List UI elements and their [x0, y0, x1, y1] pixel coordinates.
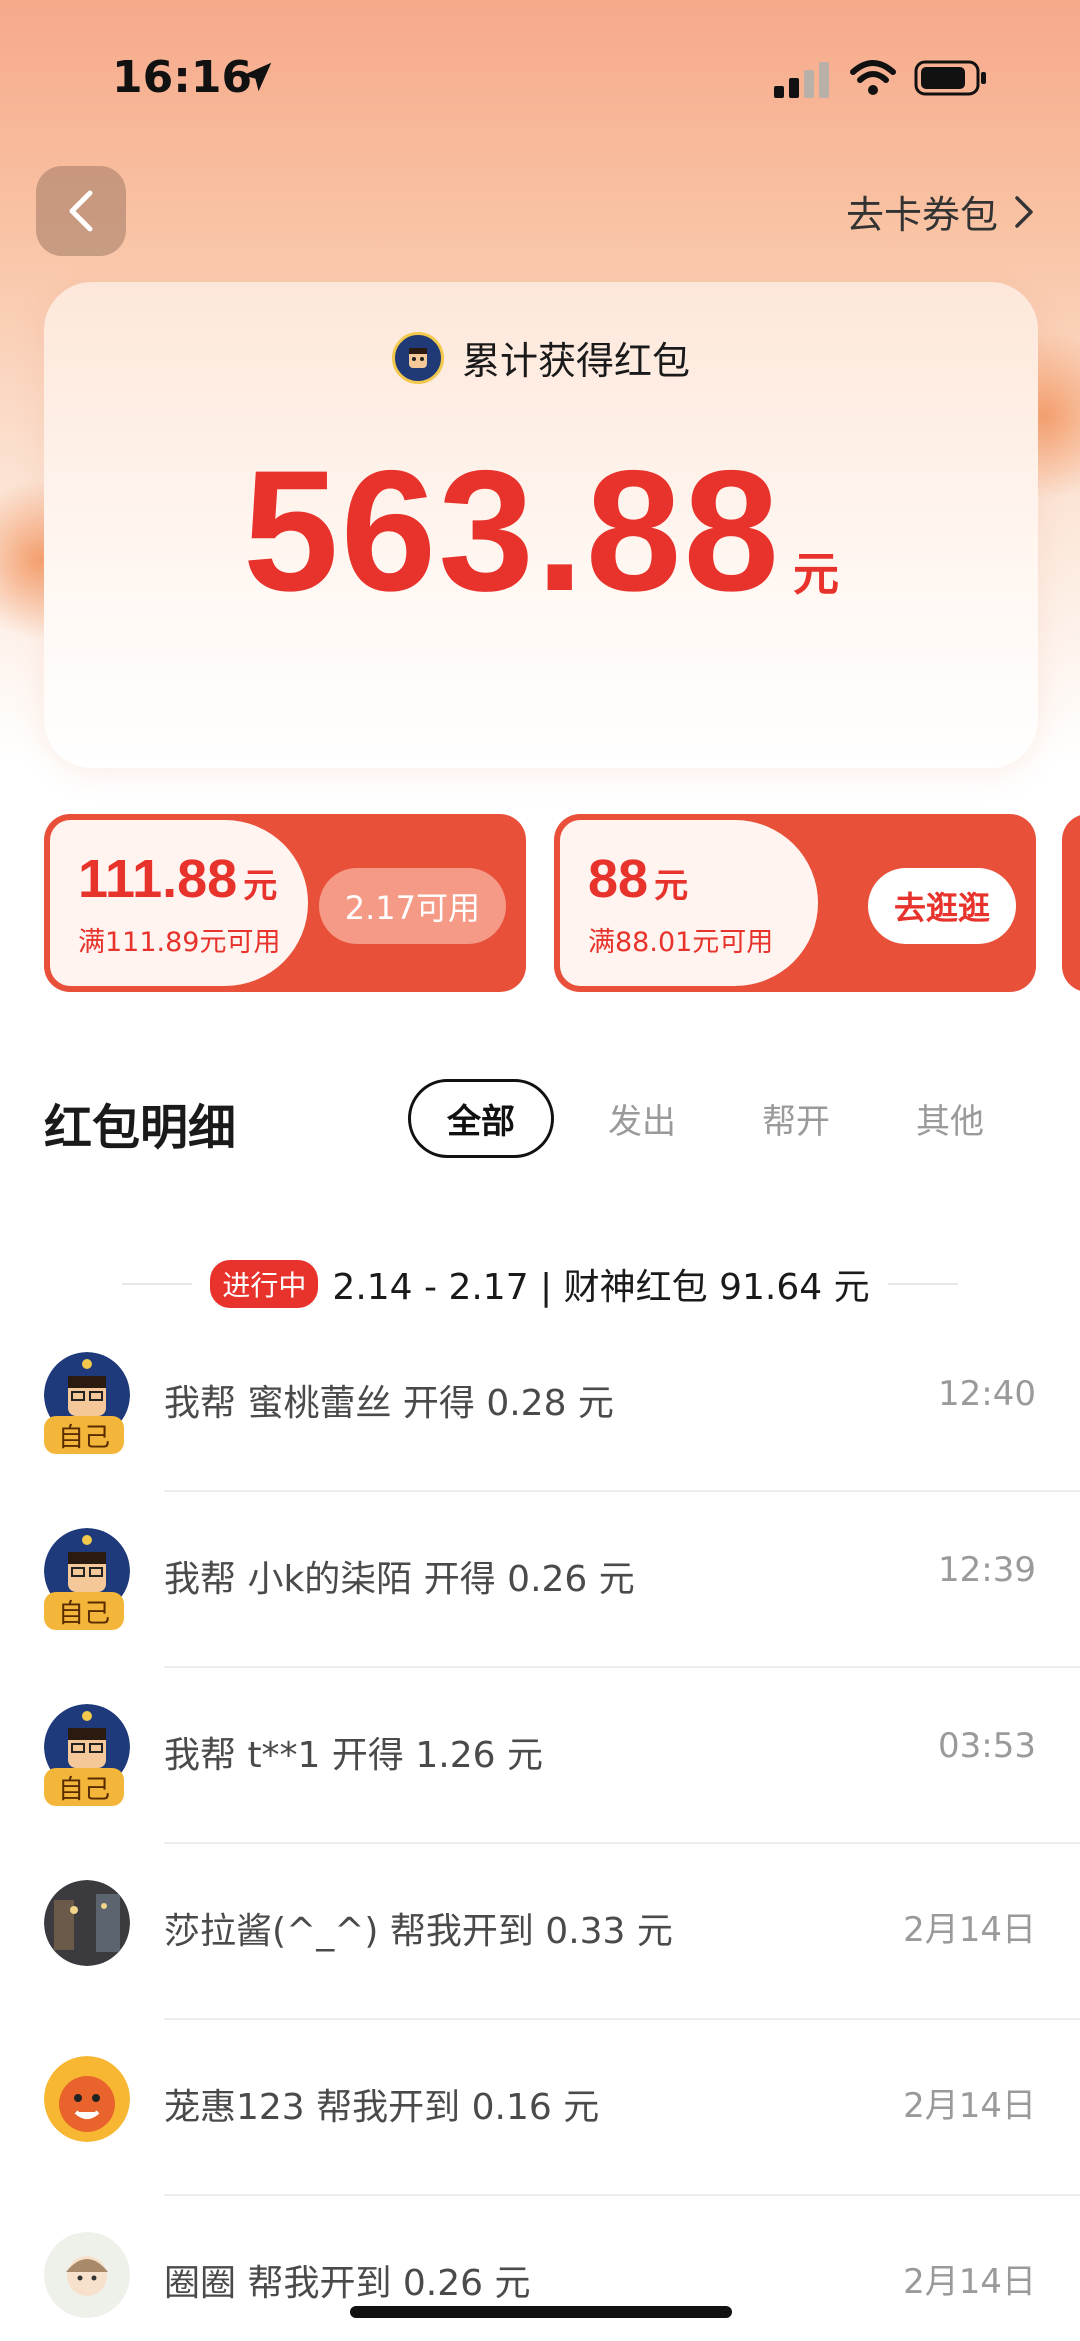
- coupon-row: 111.88 元 满111.89元可用 2.17可用 88 元 满88.01元可…: [44, 814, 1080, 992]
- card-title-row: 累计获得红包: [44, 330, 1038, 385]
- record-time: 2月14日: [903, 2262, 1036, 2302]
- total-amount: 563.88: [242, 435, 782, 627]
- coupon-amount: 111.88: [78, 849, 238, 909]
- avatar: [44, 2232, 130, 2318]
- period-summary: 2.14 - 2.17 | 财神红包 91.64 元: [332, 1267, 870, 1308]
- status-badge: 进行中: [210, 1260, 319, 1308]
- coupon-card[interactable]: 88 元 满88.01元可用 去逛逛: [554, 814, 1036, 992]
- record-text: 我帮 蜜桃蕾丝 开得 0.28 元: [164, 1383, 614, 1424]
- total-redpacket-card: 累计获得红包 563.88 元: [44, 282, 1038, 768]
- coupon-value: 111.88 元: [78, 848, 277, 910]
- coupon-unit: 元: [654, 866, 689, 906]
- record-text: 圈圈 帮我开到 0.26 元: [164, 2263, 531, 2304]
- coupon-card[interactable]: 111.88 元 满111.89元可用 2.17可用: [44, 814, 526, 992]
- list-item[interactable]: 自己 我帮 小k的柒陌 开得 0.26 元 12:39: [0, 1492, 1080, 1668]
- go-shopping-button[interactable]: 去逛逛: [867, 868, 1016, 944]
- coupon-condition: 满111.89元可用: [78, 927, 281, 958]
- avatar-face-icon: [408, 347, 427, 368]
- record-time: 12:39: [938, 1550, 1036, 1590]
- chevron-right-icon: [1015, 195, 1033, 228]
- status-bar: 16:16: [0, 0, 1080, 150]
- tab-sent[interactable]: 发出: [608, 1094, 676, 1143]
- period-header: 进行中 2.14 - 2.17 | 财神红包 91.64 元: [0, 1258, 1080, 1310]
- coupon-condition: 满88.01元可用: [588, 927, 774, 958]
- coupon-available-date-button[interactable]: 2.17可用: [318, 868, 506, 944]
- tab-all[interactable]: 全部: [408, 1078, 554, 1158]
- self-badge: 自己: [44, 1592, 124, 1630]
- record-text: 莎拉酱(^_^) 帮我开到 0.33 元: [164, 1911, 673, 1952]
- avatar: [44, 2056, 130, 2142]
- record-time: 12:40: [938, 1374, 1036, 1414]
- cellular-signal-icon: [774, 62, 829, 98]
- status-time: 16:16: [112, 52, 253, 103]
- record-time: 03:53: [938, 1726, 1036, 1766]
- amount-unit: 元: [793, 547, 840, 601]
- photo-avatar-icon: [44, 1880, 130, 1966]
- wifi-icon: [850, 60, 896, 95]
- battery-icon: [914, 60, 986, 96]
- detail-title: 红包明细: [44, 1100, 237, 1156]
- detail-tabs: 全部 发出 帮开 其他: [408, 1078, 1070, 1158]
- home-indicator[interactable]: [350, 2306, 732, 2318]
- back-button[interactable]: [36, 166, 126, 256]
- amount-row: 563.88 元: [44, 432, 1038, 630]
- record-text: 我帮 小k的柒陌 开得 0.26 元: [164, 1559, 635, 1600]
- illustrated-avatar-icon: [44, 2232, 130, 2318]
- coupon-wallet-label: 去卡券包: [845, 193, 998, 237]
- divider-line: [122, 1283, 193, 1285]
- self-badge: 自己: [44, 1416, 124, 1454]
- record-time: 2月14日: [903, 2086, 1036, 2126]
- list-item[interactable]: 圈圈 帮我开到 0.26 元 2月14日: [0, 2196, 1080, 2341]
- self-badge: 自己: [44, 1768, 124, 1806]
- coupon-value: 88 元: [588, 848, 688, 910]
- user-avatar: [391, 331, 444, 384]
- tab-other[interactable]: 其他: [916, 1094, 984, 1143]
- card-title: 累计获得红包: [461, 339, 690, 383]
- list-item[interactable]: 莎拉酱(^_^) 帮我开到 0.33 元 2月14日: [0, 1844, 1080, 2020]
- next-coupon-peek[interactable]: [1062, 814, 1080, 992]
- coupon-amount: 88: [588, 849, 649, 909]
- list-item[interactable]: 茏惠123 帮我开到 0.16 元 2月14日: [0, 2020, 1080, 2196]
- coupon-wallet-link[interactable]: 去卡券包: [846, 184, 1036, 239]
- list-item[interactable]: 自己 我帮 蜜桃蕾丝 开得 0.28 元 12:40: [0, 1316, 1080, 1492]
- record-text: 我帮 t**1 开得 1.26 元: [164, 1735, 543, 1776]
- record-time: 2月14日: [903, 1910, 1036, 1950]
- chevron-left-icon: [69, 190, 93, 232]
- list-item[interactable]: 自己 我帮 t**1 开得 1.26 元 03:53: [0, 1668, 1080, 1844]
- record-list: 自己 我帮 蜜桃蕾丝 开得 0.28 元 12:40 自己 我帮 小k的柒陌 开…: [0, 1316, 1080, 2341]
- record-text: 茏惠123 帮我开到 0.16 元: [164, 2087, 600, 2128]
- cartoon-avatar-icon: [44, 2056, 130, 2142]
- location-arrow-icon: [242, 62, 272, 92]
- tab-helped-open[interactable]: 帮开: [762, 1094, 830, 1143]
- divider-line: [887, 1283, 958, 1285]
- coupon-unit: 元: [243, 866, 278, 906]
- avatar: [44, 1880, 130, 1966]
